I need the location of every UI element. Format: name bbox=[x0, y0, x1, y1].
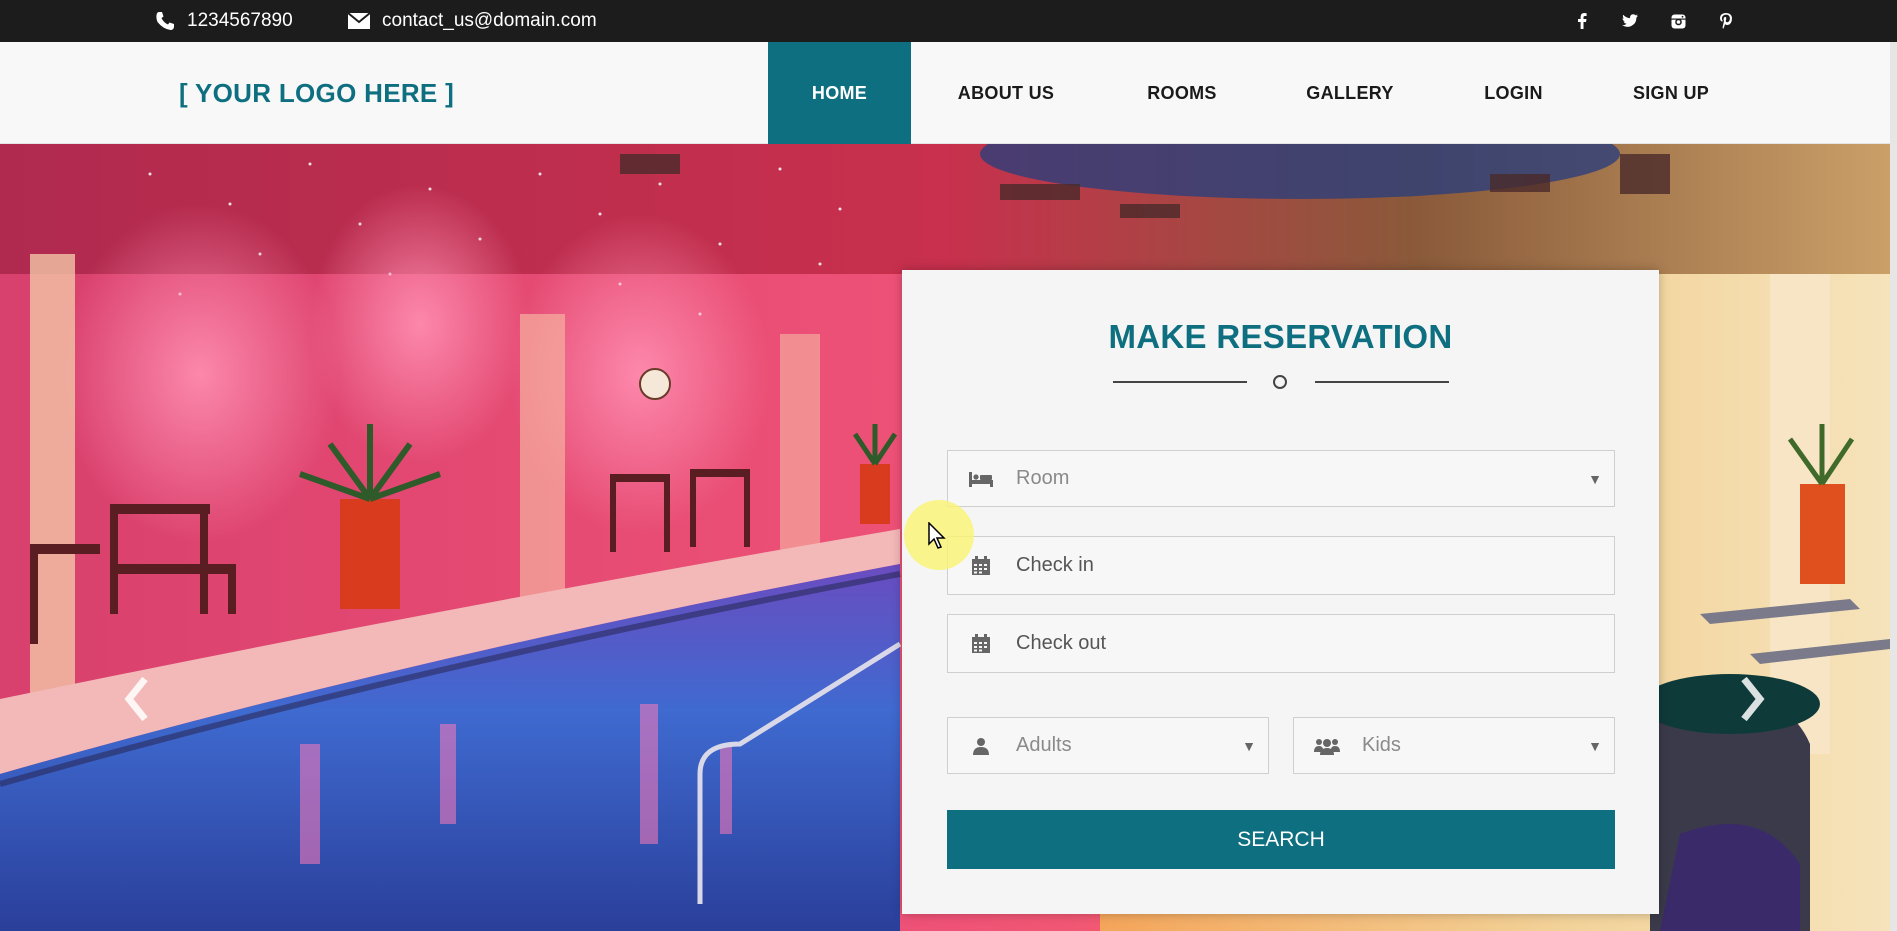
page-scrollbar-edge bbox=[1890, 42, 1897, 931]
email-address: contact_us@domain.com bbox=[382, 10, 597, 31]
check-in-field[interactable]: Check in bbox=[947, 536, 1615, 595]
phone-icon bbox=[156, 12, 174, 30]
cursor-highlight bbox=[904, 500, 974, 570]
search-button[interactable]: SEARCH bbox=[947, 810, 1615, 869]
carousel-prev-button[interactable] bbox=[117, 669, 161, 729]
phone-number: 1234567890 bbox=[187, 10, 293, 31]
pinterest-icon[interactable] bbox=[1717, 12, 1735, 30]
nav-item-login[interactable]: LOGIN bbox=[1437, 42, 1590, 144]
room-select[interactable]: Room ▼ bbox=[947, 450, 1615, 507]
main-navbar: [ YOUR LOGO HERE ] HOME ABOUT US ROOMS G… bbox=[0, 42, 1890, 144]
social-links bbox=[1573, 0, 1735, 42]
email-contact[interactable]: contact_us@domain.com bbox=[348, 0, 597, 42]
chevron-right-icon bbox=[1741, 676, 1765, 722]
nav-item-rooms[interactable]: ROOMS bbox=[1101, 42, 1263, 144]
group-icon bbox=[1314, 735, 1340, 757]
reservation-title: MAKE RESERVATION bbox=[1108, 318, 1453, 355]
chevron-down-icon: ▼ bbox=[1588, 737, 1602, 754]
room-placeholder: Room bbox=[1016, 467, 1070, 489]
kids-select[interactable]: Kids ▼ bbox=[1293, 717, 1615, 774]
twitter-icon[interactable] bbox=[1621, 12, 1639, 30]
facebook-icon[interactable] bbox=[1573, 12, 1591, 30]
mouse-pointer-icon bbox=[928, 522, 946, 549]
chevron-down-icon: ▼ bbox=[1242, 737, 1256, 754]
reservation-form: MAKE RESERVATION Room ▼ Check in Check o… bbox=[902, 270, 1659, 914]
adults-select[interactable]: Adults ▼ bbox=[947, 717, 1269, 774]
adults-placeholder: Adults bbox=[1016, 734, 1072, 756]
title-divider bbox=[1113, 374, 1449, 390]
nav-item-about-us[interactable]: ABOUT US bbox=[911, 42, 1101, 144]
kids-placeholder: Kids bbox=[1362, 734, 1401, 756]
calendar-icon bbox=[968, 633, 994, 655]
bed-icon bbox=[968, 468, 994, 490]
chevron-left-icon bbox=[124, 676, 148, 722]
nav-item-gallery[interactable]: GALLERY bbox=[1263, 42, 1437, 144]
chevron-down-icon: ▼ bbox=[1588, 470, 1602, 487]
check-in-placeholder: Check in bbox=[1016, 554, 1094, 576]
calendar-icon bbox=[968, 555, 994, 577]
check-out-placeholder: Check out bbox=[1016, 632, 1107, 654]
nav-item-home[interactable]: HOME bbox=[768, 42, 911, 144]
envelope-icon bbox=[348, 13, 370, 29]
phone-contact[interactable]: 1234567890 bbox=[155, 0, 293, 42]
site-logo[interactable]: [ YOUR LOGO HERE ] bbox=[179, 42, 454, 144]
top-contact-bar: 1234567890 contact_us@domain.com bbox=[0, 0, 1897, 42]
check-out-field[interactable]: Check out bbox=[947, 614, 1615, 673]
nav-menu: HOME ABOUT US ROOMS GALLERY LOGIN SIGN U… bbox=[768, 42, 1752, 144]
instagram-icon[interactable] bbox=[1669, 12, 1687, 30]
user-icon bbox=[968, 735, 994, 757]
nav-item-sign-up[interactable]: SIGN UP bbox=[1590, 42, 1752, 144]
carousel-next-button[interactable] bbox=[1728, 669, 1772, 729]
